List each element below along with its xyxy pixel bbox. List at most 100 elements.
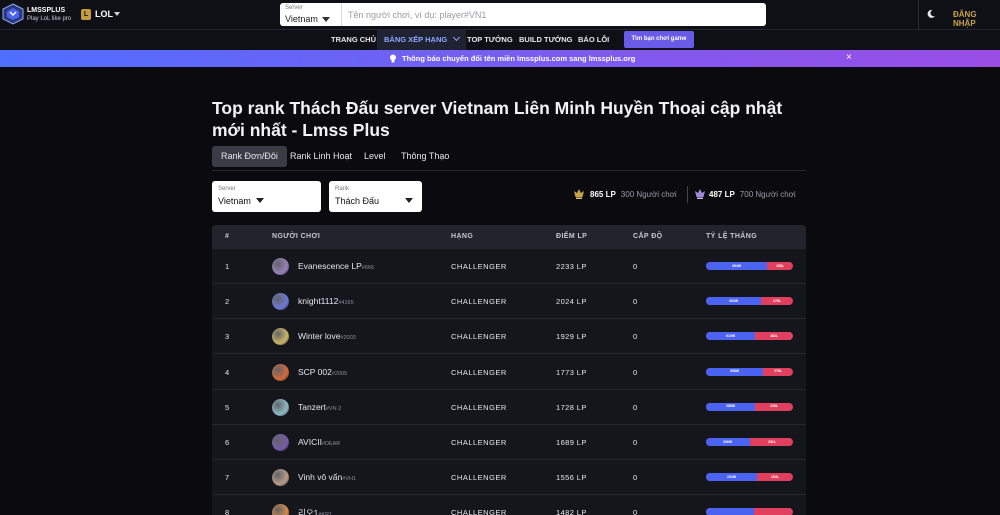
- winrate-bar: 364W 158L: [706, 262, 793, 270]
- server-filter-value: Vietnam: [218, 196, 251, 206]
- challenger-lp: 865 LP: [590, 190, 616, 199]
- rank-number: 2: [225, 297, 230, 307]
- tab-solo-duo[interactable]: Rank Đơn/Đôi: [212, 146, 287, 167]
- win-count: 288W: [726, 404, 736, 409]
- server-filter-label: Server: [218, 186, 236, 192]
- avatar[interactable]: [272, 293, 289, 311]
- player-name[interactable]: knight1112#4165: [298, 296, 354, 306]
- level-value: 0: [633, 473, 638, 483]
- player-tag: #VH1: [342, 476, 357, 483]
- brand-name: LMSSPLUS: [27, 7, 66, 14]
- rank-number: 5: [225, 402, 230, 412]
- lightbulb-icon: [390, 54, 396, 63]
- avatar[interactable]: [272, 469, 289, 487]
- login-button[interactable]: ĐĂNG NHẬP: [953, 10, 1000, 28]
- tier: CHALLENGER: [451, 297, 507, 307]
- loss-count: 154L: [771, 474, 779, 479]
- search-server-label: Server: [285, 5, 303, 11]
- level-value: 0: [633, 438, 638, 447]
- lp-value: 1728 LP: [556, 402, 587, 412]
- player-tag: #4165: [338, 300, 354, 307]
- table-row[interactable]: 3 Winter love#2003 CHALLENGER 1929 LP 0 610W 4…: [212, 319, 806, 355]
- nav-report-bug[interactable]: BÁO LỖI: [578, 30, 609, 50]
- brand[interactable]: LMSSPLUS Play LoL like pro: [27, 7, 71, 23]
- moon-icon[interactable]: [926, 9, 936, 19]
- player-name-text: SCP 002: [298, 366, 332, 377]
- tab-flex[interactable]: Rank Linh Hoạt: [290, 146, 352, 167]
- nav-leaderboard[interactable]: BẢNG XẾP HẠNG: [377, 30, 467, 50]
- table-row[interactable]: 8 리오1#KR1 CHALLENGER 1482 LP 0: [212, 495, 806, 515]
- caret-down-icon: [256, 198, 264, 203]
- header-winrate: TỶ LỆ THẮNG: [706, 233, 758, 240]
- level-value: 0: [633, 402, 638, 412]
- divider: [687, 186, 688, 203]
- player-tag: #2003: [340, 335, 356, 342]
- player-name[interactable]: Winter love#2003: [298, 331, 356, 341]
- player-name[interactable]: SCP 002#2005: [298, 367, 347, 377]
- win-count: 364W: [732, 263, 742, 268]
- player-name[interactable]: Evanescence LP#666: [298, 261, 374, 271]
- avatar[interactable]: [272, 258, 289, 275]
- leaderboard-table: # NGƯỜI CHƠI HẠNG ĐIỂM LP CẤP ĐỘ TỶ LỆ T…: [212, 225, 806, 515]
- winrate-bar: 306W 291L: [706, 438, 793, 446]
- player-name[interactable]: AVICII#DEAR: [298, 437, 340, 447]
- winrate-bar: 222W 154L: [706, 473, 793, 482]
- rank-filter-value: Thách Đấu: [335, 196, 380, 206]
- search-server-select[interactable]: Server Vietnam: [280, 3, 342, 26]
- player-name[interactable]: 리오1#KR1: [298, 507, 332, 515]
- level-value: 0: [633, 508, 638, 515]
- player-name[interactable]: Tanzert#VN 2: [298, 402, 341, 412]
- game-badge-icon[interactable]: L: [81, 9, 91, 20]
- level-value: 0: [633, 297, 638, 307]
- avatar[interactable]: [272, 363, 289, 381]
- tab-mastery[interactable]: Thông Thạo: [401, 146, 449, 167]
- divider: [918, 0, 919, 30]
- find-player-button[interactable]: Tìm bạn chơi game: [624, 31, 694, 48]
- rank-number: 8: [225, 508, 230, 515]
- table-row[interactable]: 7 Vinh vô vẩn#VH1 CHALLENGER 1556 LP 0 222W 15…: [212, 460, 806, 496]
- close-icon[interactable]: ×: [846, 53, 852, 63]
- table-row[interactable]: 5 Tanzert#VN 2 CHALLENGER 1728 LP 0 288W 226L: [212, 390, 806, 425]
- player-tag: #VN 2: [325, 405, 342, 412]
- rank-number: 4: [225, 367, 230, 377]
- table-row[interactable]: 4 SCP 002#2005 CHALLENGER 1773 LP 0 508W 276L: [212, 355, 806, 390]
- win-count: 610W: [726, 333, 736, 338]
- player-tag: #DEAR: [321, 441, 341, 447]
- challenger-crest-icon: [574, 189, 584, 199]
- chevron-down-icon[interactable]: [114, 12, 120, 16]
- loss-count: 176L: [773, 298, 781, 303]
- nav-build-champions[interactable]: BUILD TƯỚNG: [519, 30, 572, 50]
- level-value: 0: [633, 262, 638, 271]
- grandmaster-lp-stat: 487 LP 700 Người chơi: [709, 188, 796, 202]
- nav-top-champions[interactable]: TOP TƯỚNG: [467, 30, 513, 50]
- table-row[interactable]: 2 knight1112#4165 CHALLENGER 2024 LP 0 302W 17…: [212, 284, 806, 320]
- player-name-text: Evanescence LP: [298, 261, 362, 271]
- header-player: NGƯỜI CHƠI: [272, 233, 321, 240]
- table-header: # NGƯỜI CHƠI HẠNG ĐIỂM LP CẤP ĐỘ TỶ LỆ T…: [212, 225, 806, 249]
- rank-number: 7: [225, 473, 230, 483]
- avatar[interactable]: [272, 504, 289, 515]
- table-row[interactable]: 6 AVICII#DEAR CHALLENGER 1689 LP 0 306W 291L: [212, 425, 806, 460]
- tier: CHALLENGER: [451, 473, 507, 483]
- player-search: Server Vietnam: [280, 3, 766, 26]
- avatar[interactable]: [272, 328, 289, 346]
- lmssplus-logo-icon[interactable]: [2, 3, 24, 25]
- loss-count: 276L: [774, 369, 782, 374]
- winrate-bar: 302W 176L: [706, 297, 793, 306]
- game-selector[interactable]: LOL: [95, 9, 113, 19]
- avatar[interactable]: [272, 398, 289, 416]
- nav-home[interactable]: TRANG CHỦ: [331, 30, 376, 50]
- search-input[interactable]: [348, 6, 758, 23]
- rank-filter-select[interactable]: Rank Thách Đấu: [329, 181, 422, 212]
- server-filter-select[interactable]: Server Vietnam: [212, 181, 321, 212]
- caret-down-icon: [405, 198, 413, 203]
- table-row[interactable]: 1 Evanescence LP#666 CHALLENGER 2233 LP 0 364…: [212, 249, 806, 284]
- rank-number: 3: [225, 332, 230, 342]
- brand-tagline: Play LoL like pro: [27, 16, 72, 22]
- banner-text[interactable]: Thông báo chuyển đổi tên miền lmssplus.c…: [402, 54, 635, 63]
- avatar[interactable]: [272, 434, 289, 451]
- tab-level[interactable]: Level: [364, 146, 386, 167]
- win-count: 302W: [729, 298, 739, 303]
- challenger-player-count: 300 Người chơi: [620, 190, 677, 199]
- player-name[interactable]: Vinh vô vẩn#VH1: [298, 472, 356, 482]
